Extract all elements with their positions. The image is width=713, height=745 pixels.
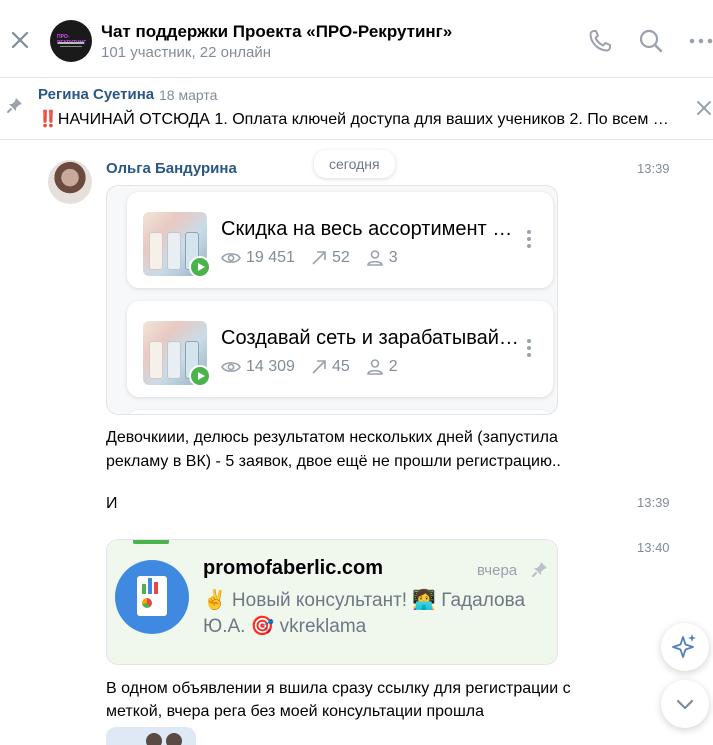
- views-stat: 14 309: [221, 358, 295, 376]
- post-title: Создавай сеть и зарабатывай ...: [221, 327, 519, 349]
- views-count: 19 451: [246, 249, 295, 266]
- message-time: 13:40: [637, 540, 670, 555]
- sparkle-icon: [672, 634, 696, 658]
- play-icon: [189, 365, 211, 387]
- message-time: 13:39: [637, 161, 670, 176]
- document-chart-icon: [115, 560, 189, 634]
- shares-count: 52: [331, 249, 350, 266]
- call-icon[interactable]: [587, 28, 613, 54]
- message-text-line: рекламу в ВК) - 5 заявок, двое ещё не пр…: [106, 453, 561, 470]
- chat-logo-text: ПРО-РЕКРУТИНГ: [57, 34, 87, 46]
- eye-icon: [221, 253, 241, 263]
- post-card[interactable]: Скидка на весь ассортимент о... 19 451 5…: [127, 192, 553, 288]
- members-count: 2: [388, 358, 398, 375]
- chat-header: ПРО-РЕКРУТИНГ Чат поддержки Проекта «ПРО…: [0, 0, 713, 78]
- chat-members-count[interactable]: 101 участник, 22 онлайн: [101, 44, 271, 61]
- eye-icon: [221, 362, 241, 372]
- shares-stat: 45: [311, 358, 350, 376]
- post-stats: 14 309 45 2: [221, 358, 414, 376]
- user-icon: [366, 359, 383, 375]
- pinned-text: ‼️НАЧИНАЙ ОТСЮДА 1. Оплата ключей доступ…: [38, 111, 669, 128]
- user-icon: [366, 250, 383, 266]
- link-description-line: Ю.А. 🎯 vkreklama: [203, 616, 367, 637]
- pin-icon: [7, 98, 22, 113]
- members-count: 3: [388, 249, 398, 266]
- message-text: И: [106, 495, 118, 512]
- link-description: ✌️ Новый консультант! 👩‍💻 Гадалова Ю.А. …: [203, 588, 553, 640]
- post-carousel[interactable]: Скидка на весь ассортимент о... 19 451 5…: [106, 185, 558, 415]
- post-stats: 19 451 52 3: [221, 249, 414, 267]
- unpin-close-icon[interactable]: [696, 100, 712, 116]
- link-domain[interactable]: promofaberlic.com: [203, 557, 383, 580]
- sparkle-button[interactable]: [661, 623, 709, 671]
- card-menu-icon[interactable]: [525, 230, 533, 254]
- views-count: 14 309: [246, 358, 295, 375]
- pinned-author[interactable]: Регина Суетина: [38, 86, 154, 103]
- search-icon[interactable]: [638, 28, 664, 54]
- close-icon[interactable]: [8, 28, 32, 52]
- chat-title[interactable]: Чат поддержки Проекта «ПРО-Рекрутинг»: [101, 22, 452, 42]
- play-icon: [189, 256, 211, 278]
- card-menu-icon[interactable]: [525, 339, 533, 363]
- date-separator: сегодня: [314, 150, 395, 178]
- avatar[interactable]: [48, 160, 92, 204]
- post-card[interactable]: Создавай сеть и зарабатывай ... 14 309 4…: [127, 301, 553, 397]
- arrow-up-right-icon: [312, 360, 326, 374]
- reaction-avatars[interactable]: [106, 727, 196, 745]
- post-title: Скидка на весь ассортимент о...: [221, 218, 519, 240]
- post-card-partial[interactable]: [127, 410, 553, 414]
- members-stat: 2: [366, 358, 398, 376]
- pinned-message[interactable]: Регина Суетина 18 марта ‼️НАЧИНАЙ ОТСЮДА…: [0, 78, 713, 140]
- message-text-line: меткой, вчера рега без моей консультации…: [106, 703, 485, 720]
- message-text-line: Девочкиии, делюсь результатом нескольких…: [106, 429, 558, 446]
- pin-icon: [532, 562, 547, 577]
- members-stat: 3: [366, 249, 398, 267]
- message-author[interactable]: Ольга Бандурина: [106, 160, 237, 177]
- message-text-line: В одном объявлении я вшила сразу ссылку …: [106, 680, 571, 697]
- link-preview-card[interactable]: promofaberlic.com вчера ✌️ Новый консуль…: [106, 539, 558, 665]
- more-icon[interactable]: [688, 28, 713, 54]
- scroll-down-button[interactable]: [661, 680, 709, 728]
- link-date: вчера: [477, 562, 518, 579]
- views-stat: 19 451: [221, 249, 295, 267]
- chevron-down-icon: [676, 699, 694, 710]
- message-time: 13:39: [637, 495, 670, 510]
- shares-count: 45: [331, 358, 350, 375]
- arrow-up-right-icon: [312, 251, 326, 265]
- link-description-line: ✌️ Новый консультант! 👩‍💻 Гадалова: [203, 590, 526, 611]
- chat-avatar[interactable]: ПРО-РЕКРУТИНГ: [50, 20, 92, 62]
- shares-stat: 52: [311, 249, 350, 267]
- pinned-date: 18 марта: [159, 87, 218, 103]
